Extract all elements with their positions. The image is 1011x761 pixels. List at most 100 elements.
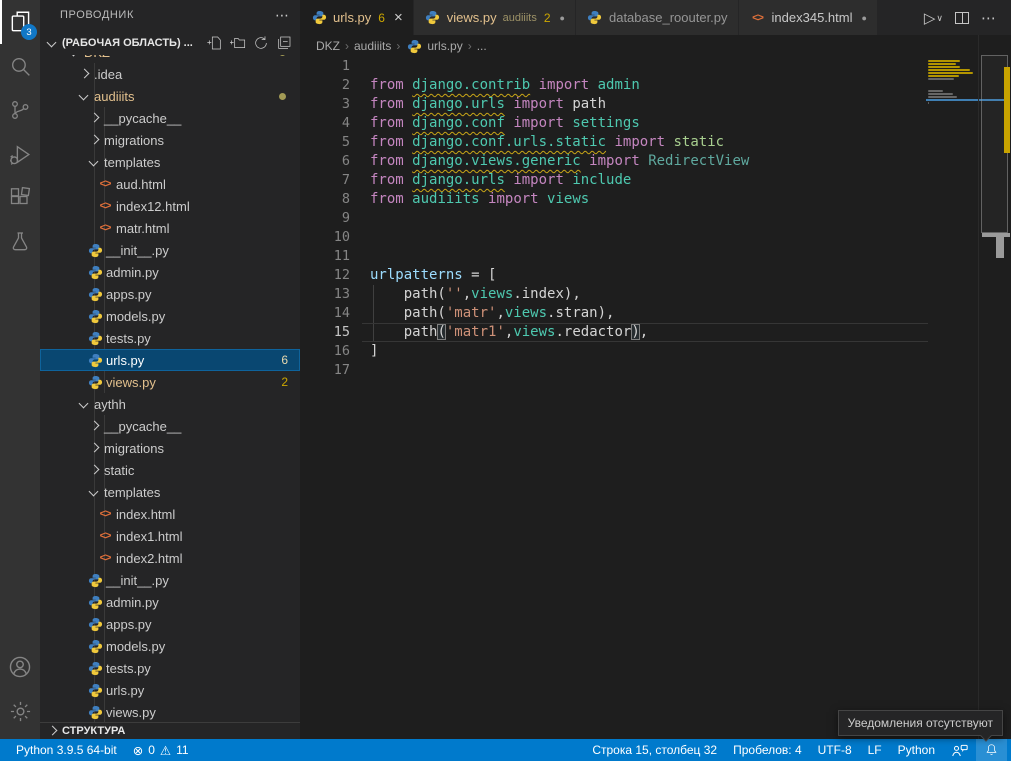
- tree-item-migrations[interactable]: migrations: [40, 437, 300, 459]
- code-line-17[interactable]: 17: [300, 361, 928, 380]
- code-line-1[interactable]: 1: [300, 57, 928, 76]
- editor-scrollbar[interactable]: [978, 35, 1011, 739]
- tree-item-DKZ[interactable]: DKZ: [40, 55, 300, 63]
- tree-item-tests.py[interactable]: tests.py: [40, 657, 300, 679]
- tree-item-urls.py[interactable]: urls.py6: [40, 349, 300, 371]
- tab-database_roouter.py[interactable]: database_roouter.py: [576, 0, 739, 35]
- activity-bar-run-debug-icon[interactable]: [0, 132, 40, 176]
- encoding-indicator[interactable]: UTF-8: [810, 739, 860, 761]
- code-editor[interactable]: 12from django.contrib import admin3from …: [300, 57, 928, 739]
- workspace-section-header[interactable]: (РАБОЧАЯ ОБЛАСТЬ) ...: [40, 30, 300, 55]
- chevron-right-icon: [44, 723, 60, 739]
- breadcrumb-item-urls.py[interactable]: urls.py: [405, 38, 462, 54]
- tree-item-label: urls.py: [106, 683, 144, 698]
- activity-bar-settings-icon[interactable]: [0, 689, 40, 733]
- run-button[interactable]: ▷∨: [920, 0, 947, 35]
- notifications-bell-icon[interactable]: [976, 739, 1007, 761]
- tree-item-index2.html[interactable]: <>index2.html: [40, 547, 300, 569]
- code-line-3[interactable]: 3from django.urls import path: [300, 95, 928, 114]
- tree-item-models.py[interactable]: models.py: [40, 635, 300, 657]
- tree-item-index12.html[interactable]: <>index12.html: [40, 195, 300, 217]
- outline-section-header[interactable]: СТРУКТУРА: [40, 722, 300, 739]
- code-line-11[interactable]: 11: [300, 247, 928, 266]
- tree-item-admin.py[interactable]: admin.py: [40, 591, 300, 613]
- code-line-9[interactable]: 9: [300, 209, 928, 228]
- code-line-7[interactable]: 7from django.urls import include: [300, 171, 928, 190]
- feedback-icon[interactable]: [943, 739, 976, 761]
- cursor-position-indicator[interactable]: Строка 15, столбец 32: [584, 739, 725, 761]
- tree-item-apps.py[interactable]: apps.py: [40, 283, 300, 305]
- tree-item-views.py[interactable]: views.py: [40, 701, 300, 722]
- code-line-15[interactable]: 15 path('matr1',views.redactor),: [300, 323, 928, 342]
- new-folder-icon[interactable]: [230, 35, 246, 51]
- tree-item-urls.py[interactable]: urls.py: [40, 679, 300, 701]
- code-text: ]: [370, 342, 378, 361]
- code-line-4[interactable]: 4from django.conf import settings: [300, 114, 928, 133]
- refresh-icon[interactable]: [253, 35, 269, 51]
- tree-item-label: index.html: [116, 507, 175, 522]
- tree-item-templates[interactable]: templates: [40, 151, 300, 173]
- tree-item-apps.py[interactable]: apps.py: [40, 613, 300, 635]
- tree-item-matr.html[interactable]: <>matr.html: [40, 217, 300, 239]
- tree-item-views.py[interactable]: views.py2: [40, 371, 300, 393]
- indentation-indicator[interactable]: Пробелов: 4: [725, 739, 810, 761]
- activity-bar-account-icon[interactable]: [0, 645, 40, 689]
- code-line-13[interactable]: 13 path('',views.index),: [300, 285, 928, 304]
- tree-item-.idea[interactable]: .idea: [40, 63, 300, 85]
- tree-item-audiiits[interactable]: audiiits: [40, 85, 300, 107]
- tree-item-admin.py[interactable]: admin.py: [40, 261, 300, 283]
- activity-bar-testing-icon[interactable]: [0, 220, 40, 264]
- code-line-8[interactable]: 8from audiiits import views: [300, 190, 928, 209]
- new-file-icon[interactable]: [207, 35, 223, 51]
- line-number: 17: [300, 361, 350, 380]
- code-line-14[interactable]: 14 path('matr',views.stran),: [300, 304, 928, 323]
- tree-item-index1.html[interactable]: <>index1.html: [40, 525, 300, 547]
- activity-bar-source-control-icon[interactable]: [0, 88, 40, 132]
- language-mode-indicator[interactable]: Python: [890, 739, 943, 761]
- tree-item-__init__.py[interactable]: __init__.py: [40, 569, 300, 591]
- eol-indicator[interactable]: LF: [860, 739, 890, 761]
- activity-bar-extensions-icon[interactable]: [0, 176, 40, 220]
- tree-item-__init__.py[interactable]: __init__.py: [40, 239, 300, 261]
- tree-item-index.html[interactable]: <>index.html: [40, 503, 300, 525]
- close-icon[interactable]: ×: [394, 10, 403, 25]
- code-line-2[interactable]: 2from django.contrib import admin: [300, 76, 928, 95]
- problems-indicator[interactable]: ⊗ 0 ⚠ 11: [125, 739, 197, 761]
- tree-item-aythh[interactable]: aythh: [40, 393, 300, 415]
- tree-item-aud.html[interactable]: <>aud.html: [40, 173, 300, 195]
- tree-item-templates[interactable]: templates: [40, 481, 300, 503]
- tree-item-__pycache__[interactable]: __pycache__: [40, 415, 300, 437]
- tree-item-models.py[interactable]: models.py: [40, 305, 300, 327]
- tree-item-tests.py[interactable]: tests.py: [40, 327, 300, 349]
- collapse-all-icon[interactable]: [276, 35, 292, 51]
- code-line-12[interactable]: 12urlpatterns = [: [300, 266, 928, 285]
- line-number: 4: [300, 114, 350, 133]
- tab-index345.html[interactable]: <>index345.html●: [739, 0, 878, 35]
- tree-item-static[interactable]: static: [40, 459, 300, 481]
- breadcrumb[interactable]: DKZ›audiiits›urls.py›...: [300, 35, 1011, 57]
- more-actions-button[interactable]: ⋯: [977, 0, 1001, 35]
- tree-item-__pycache__[interactable]: __pycache__: [40, 107, 300, 129]
- tab-views.py[interactable]: views.pyaudiiits2●: [414, 0, 576, 35]
- line-number: 14: [300, 304, 350, 323]
- python-interpreter-indicator[interactable]: Python 3.9.5 64-bit: [8, 739, 125, 761]
- code-line-10[interactable]: 10: [300, 228, 928, 247]
- activity-bar-explorer-icon[interactable]: 3: [0, 0, 40, 44]
- minimap-line: [928, 93, 953, 95]
- activity-bar-search-icon[interactable]: [0, 44, 40, 88]
- breadcrumb-item-DKZ[interactable]: DKZ: [316, 39, 340, 53]
- explorer-more-actions-icon[interactable]: ⋯: [275, 7, 290, 24]
- code-text: from django.conf.urls.static import stat…: [370, 133, 724, 152]
- tree-item-migrations[interactable]: migrations: [40, 129, 300, 151]
- breadcrumb-item-audiiits[interactable]: audiiits: [354, 39, 391, 53]
- minimap[interactable]: [928, 57, 978, 739]
- activity-bar-badge: 3: [21, 24, 37, 40]
- tab-urls.py[interactable]: urls.py6×: [300, 0, 414, 35]
- split-editor-button[interactable]: [951, 0, 973, 35]
- breadcrumb-item-...[interactable]: ...: [477, 39, 487, 53]
- code-line-16[interactable]: 16]: [300, 342, 928, 361]
- editor-group: urls.py6×views.pyaudiiits2●database_roou…: [300, 0, 1011, 739]
- tree-item-label: matr.html: [116, 221, 169, 236]
- code-line-6[interactable]: 6from django.views.generic import Redire…: [300, 152, 928, 171]
- code-line-5[interactable]: 5from django.conf.urls.static import sta…: [300, 133, 928, 152]
